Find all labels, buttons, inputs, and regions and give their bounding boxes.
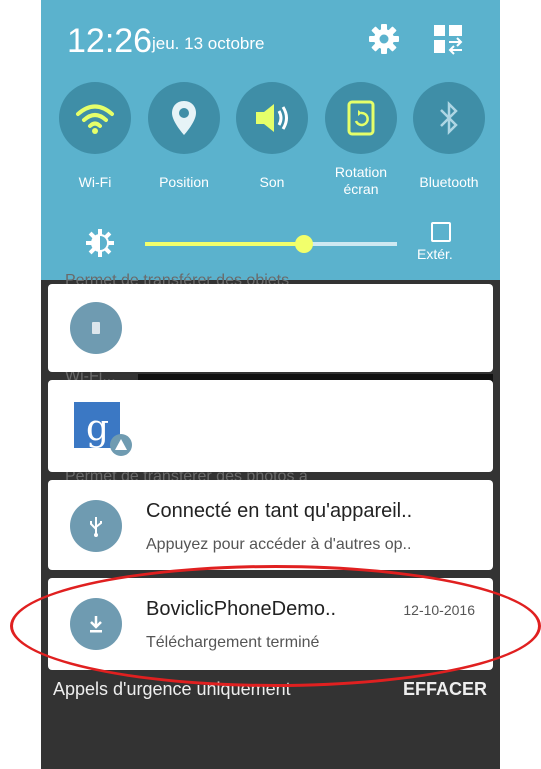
wifi-icon xyxy=(76,104,114,134)
toggle-sound[interactable] xyxy=(236,82,308,154)
quick-panel-edit-icon[interactable] xyxy=(431,22,465,56)
rotation-icon xyxy=(347,100,375,136)
notification-title: BoviclicPhoneDemo.. xyxy=(146,598,337,620)
volume-icon xyxy=(256,104,288,132)
notification-card[interactable]: g xyxy=(48,380,493,472)
brightness-handle[interactable] xyxy=(294,235,313,253)
toggle-label-rotation: Rotation écran xyxy=(334,164,388,197)
bluetooth-icon xyxy=(440,100,458,136)
quick-settings-panel: 12:26 jeu. 13 octobre Wi-Fi Position Son… xyxy=(41,0,500,280)
toggle-label-wifi: Wi-Fi xyxy=(78,174,112,190)
toggle-position[interactable] xyxy=(148,82,220,154)
usb-icon xyxy=(70,500,122,552)
clock: 12:26 xyxy=(67,22,153,60)
svg-text:g: g xyxy=(86,408,109,448)
brightness-icon xyxy=(85,228,115,263)
date: jeu. 13 octobre xyxy=(152,34,265,53)
emergency-calls-text: Appels d'urgence uniquement xyxy=(53,679,291,699)
notification-time: 12-10-2016 xyxy=(403,602,475,618)
notification-usb[interactable]: Connecté en tant qu'appareil.. Appuyez p… xyxy=(48,480,493,570)
notification-card[interactable] xyxy=(48,284,493,382)
notification-title: Connecté en tant qu'appareil.. xyxy=(146,500,413,522)
notification-subtitle: Téléchargement terminé xyxy=(146,634,320,651)
gear-icon[interactable] xyxy=(367,22,401,56)
toggle-label-sound: Son xyxy=(259,174,285,190)
phone-icon xyxy=(70,302,122,354)
toggle-bluetooth[interactable] xyxy=(413,82,485,154)
toggle-label-position: Position xyxy=(159,174,209,190)
toggle-wifi[interactable] xyxy=(59,82,131,154)
clear-button[interactable]: EFFACER xyxy=(403,679,487,700)
download-icon xyxy=(70,598,122,650)
brightness-fill xyxy=(145,242,304,246)
toggle-label-bluetooth: Bluetooth xyxy=(419,174,479,190)
toggle-rotation[interactable] xyxy=(325,82,397,154)
notification-download[interactable]: BoviclicPhoneDemo.. 12-10-2016 Télécharg… xyxy=(48,578,493,670)
location-icon xyxy=(172,101,196,135)
extra-brightness-checkbox[interactable] xyxy=(431,222,451,242)
notification-subtitle: Appuyez pour accéder à d'autres op.. xyxy=(146,536,412,553)
extra-brightness-label: Extér. xyxy=(417,246,453,262)
warning-icon xyxy=(110,434,132,456)
notification-shade: 12:26 jeu. 13 octobre Wi-Fi Position Son… xyxy=(41,0,500,769)
